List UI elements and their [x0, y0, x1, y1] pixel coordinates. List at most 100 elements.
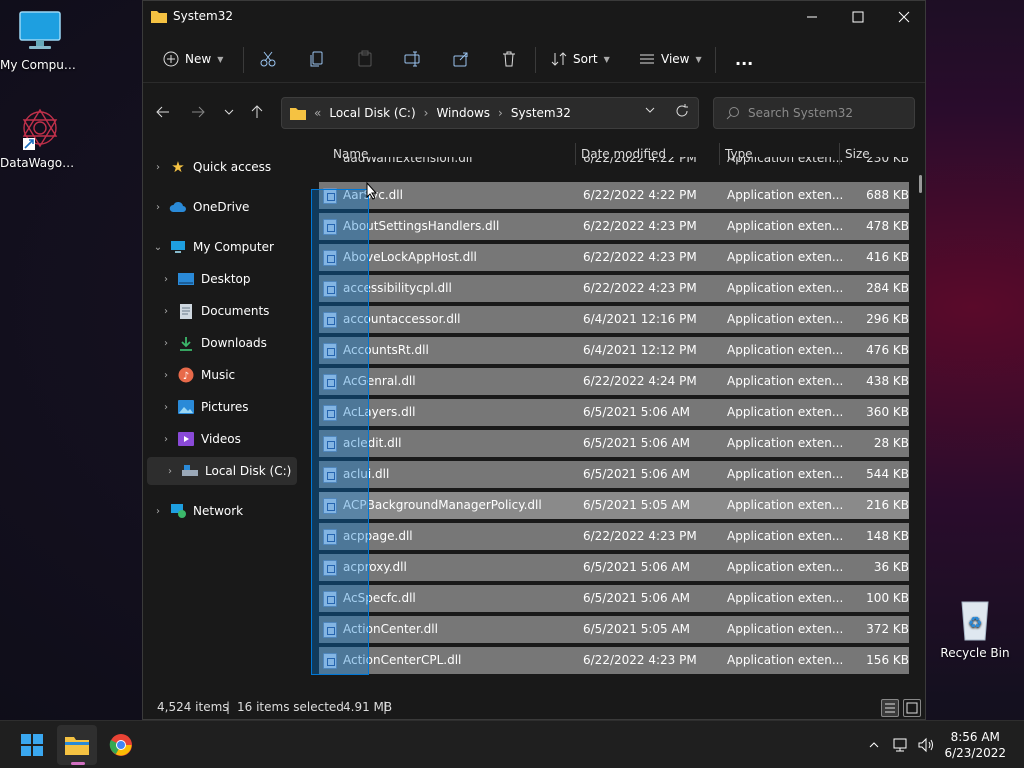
details-view-toggle[interactable]	[881, 699, 899, 717]
table-row[interactable]: acppage.dll 6/22/2022 4:23 PM Application …	[319, 523, 909, 550]
title-bar[interactable]: System32	[143, 1, 925, 33]
nav-item-desktop[interactable]: › Desktop	[143, 265, 299, 293]
breadcrumb-system32[interactable]: System32	[511, 106, 571, 120]
vertical-scrollbar[interactable]	[919, 175, 922, 193]
search-placeholder: Search System32	[748, 106, 854, 120]
download-icon	[177, 335, 195, 351]
nav-item-documents[interactable]: › Documents	[143, 297, 299, 325]
sort-button[interactable]: Sort ▼	[551, 45, 610, 73]
view-button[interactable]: View ▼	[639, 45, 702, 73]
more-options-button[interactable]: ...	[735, 45, 753, 73]
chevron-right-icon[interactable]: ›	[151, 162, 165, 173]
table-row[interactable]: accountaccessor.dll 6/4/2021 12:16 PM Appl…	[319, 306, 909, 333]
copy-button[interactable]	[308, 45, 326, 73]
desktop-icon-recycle-bin[interactable]: ♻ Recycle Bin	[935, 596, 1015, 660]
nav-item-onedrive[interactable]: › OneDrive	[143, 193, 299, 221]
table-row[interactable]: AcLayers.dll 6/5/2021 5:06 AM Application …	[319, 399, 909, 426]
table-row[interactable]: AarSvc.dll6/22/2022 4:22 PMApplication e…	[319, 182, 909, 209]
table-row[interactable]: aclui.dll 6/5/2021 5:06 AM Application ext…	[319, 461, 909, 488]
arrow-left-icon	[156, 106, 169, 118]
chevron-right-icon[interactable]: ›	[159, 274, 173, 285]
file-date: 6/5/2021 5:06 AM	[583, 591, 691, 605]
table-row[interactable]: ACPBackgroundManagerPolicy.dll 6/5/2021 5…	[319, 492, 909, 519]
rename-button[interactable]	[404, 45, 422, 73]
nav-label: Documents	[201, 304, 270, 318]
overflow-crumb[interactable]: «	[314, 106, 321, 120]
chevron-right-icon[interactable]: ›	[151, 506, 165, 517]
nav-item-local-disk[interactable]: › Local Disk (C:)	[147, 457, 297, 485]
arrow-up-icon	[251, 105, 263, 118]
back-button[interactable]	[153, 101, 173, 123]
nav-item-videos[interactable]: › Videos	[143, 425, 299, 453]
new-button[interactable]: New ▼	[163, 45, 223, 73]
search-icon	[726, 107, 739, 120]
table-row[interactable]: aadWamExtension.dll 6/22/2022 4:22 PM Ap…	[319, 157, 909, 171]
chevron-right-icon[interactable]: ›	[159, 370, 173, 381]
folder-icon	[151, 9, 167, 26]
taskbar-file-explorer[interactable]	[57, 725, 97, 765]
datawagon-logo-icon	[17, 106, 63, 152]
nav-item-downloads[interactable]: › Downloads	[143, 329, 299, 357]
table-row[interactable]: AcGenral.dll 6/22/2022 4:24 PM Application…	[319, 368, 909, 395]
table-row[interactable]: ActionCenter.dll 6/5/2021 5:05 AM Applicat…	[319, 616, 909, 643]
taskbar-chrome[interactable]	[101, 725, 141, 765]
chevron-right-icon[interactable]: ›	[159, 434, 173, 445]
table-row[interactable]: ActionCenterCPL.dll 6/22/2022 4:23 PM Appl…	[319, 647, 909, 674]
nav-label: Local Disk (C:)	[205, 464, 292, 478]
paste-button[interactable]	[356, 45, 374, 73]
maximize-button[interactable]	[835, 1, 881, 33]
chevron-right-icon[interactable]: ›	[163, 466, 177, 477]
breadcrumb-local-disk[interactable]: Local Disk (C:)	[329, 106, 415, 120]
nav-item-pictures[interactable]: › Pictures	[143, 393, 299, 421]
chevron-right-icon[interactable]: ›	[151, 202, 165, 213]
tiles-view-toggle[interactable]	[903, 699, 921, 717]
desktop-icon-datawagon[interactable]: DataWagon...	[0, 106, 80, 170]
divider	[243, 47, 244, 73]
table-row[interactable]: AccountsRt.dll 6/4/2021 12:12 PM Applicati…	[319, 337, 909, 364]
desktop-icon-label: Recycle Bin	[940, 646, 1010, 660]
selected-count: 16 items selected	[237, 700, 344, 714]
delete-button[interactable]	[500, 45, 518, 73]
nav-item-quick-access[interactable]: › ★ Quick access	[143, 153, 299, 181]
address-bar[interactable]: « Local Disk (C:) › Windows › System32	[281, 97, 699, 129]
file-type: Application exten...	[727, 312, 844, 326]
breadcrumb-windows[interactable]: Windows	[436, 106, 490, 120]
more-label: ...	[735, 49, 754, 69]
table-row[interactable]: AboutSettingsHandlers.dll 6/22/2022 4:23 …	[319, 213, 909, 240]
chevron-right-icon[interactable]: ›	[159, 402, 173, 413]
file-type: Application exten...	[727, 374, 844, 388]
table-row[interactable]: AcSpecfc.dll 6/5/2021 5:06 AM Application …	[319, 585, 909, 612]
file-size: 156 KB	[866, 653, 909, 667]
table-row[interactable]: accessibilitycpl.dll 6/22/2022 4:23 PM App…	[319, 275, 909, 302]
file-type: Application exten...	[727, 591, 844, 605]
volume-tray-icon[interactable]	[916, 735, 936, 755]
chevron-down-icon[interactable]: ⌄	[151, 242, 165, 253]
table-row[interactable]: AboveLockAppHost.dll 6/22/2022 4:23 PM App…	[319, 244, 909, 271]
desktop-icon-my-computer[interactable]: My Computer	[0, 8, 80, 72]
cut-button[interactable]	[259, 45, 277, 73]
chevron-right-icon[interactable]: ›	[159, 306, 173, 317]
search-box[interactable]: Search System32	[713, 97, 915, 129]
file-size: 544 KB	[866, 467, 909, 481]
close-button[interactable]	[881, 1, 927, 33]
file-size: 416 KB	[866, 250, 909, 264]
recent-locations-button[interactable]	[219, 101, 239, 123]
chevron-right-icon[interactable]: ›	[159, 338, 173, 349]
clock[interactable]: 8:56 AM 6/23/2022	[944, 729, 1006, 761]
file-size: 148 KB	[866, 529, 909, 543]
address-history-button[interactable]	[644, 104, 656, 119]
forward-button[interactable]	[188, 101, 208, 123]
start-button[interactable]	[12, 725, 52, 765]
minimize-button[interactable]	[789, 1, 835, 33]
network-tray-icon[interactable]	[890, 735, 910, 755]
refresh-button[interactable]	[675, 104, 689, 121]
table-row[interactable]: acledit.dll 6/5/2021 5:06 AM Application e…	[319, 430, 909, 457]
show-hidden-icons-button[interactable]	[864, 735, 884, 755]
new-label: New	[185, 52, 212, 66]
nav-item-network[interactable]: › Network	[143, 497, 299, 525]
table-row[interactable]: acproxy.dll 6/5/2021 5:06 AM Application e…	[319, 554, 909, 581]
nav-item-music[interactable]: › ♪ Music	[143, 361, 299, 389]
nav-item-my-computer[interactable]: ⌄ My Computer	[143, 233, 299, 261]
up-button[interactable]	[247, 101, 267, 123]
share-button[interactable]	[452, 45, 470, 73]
